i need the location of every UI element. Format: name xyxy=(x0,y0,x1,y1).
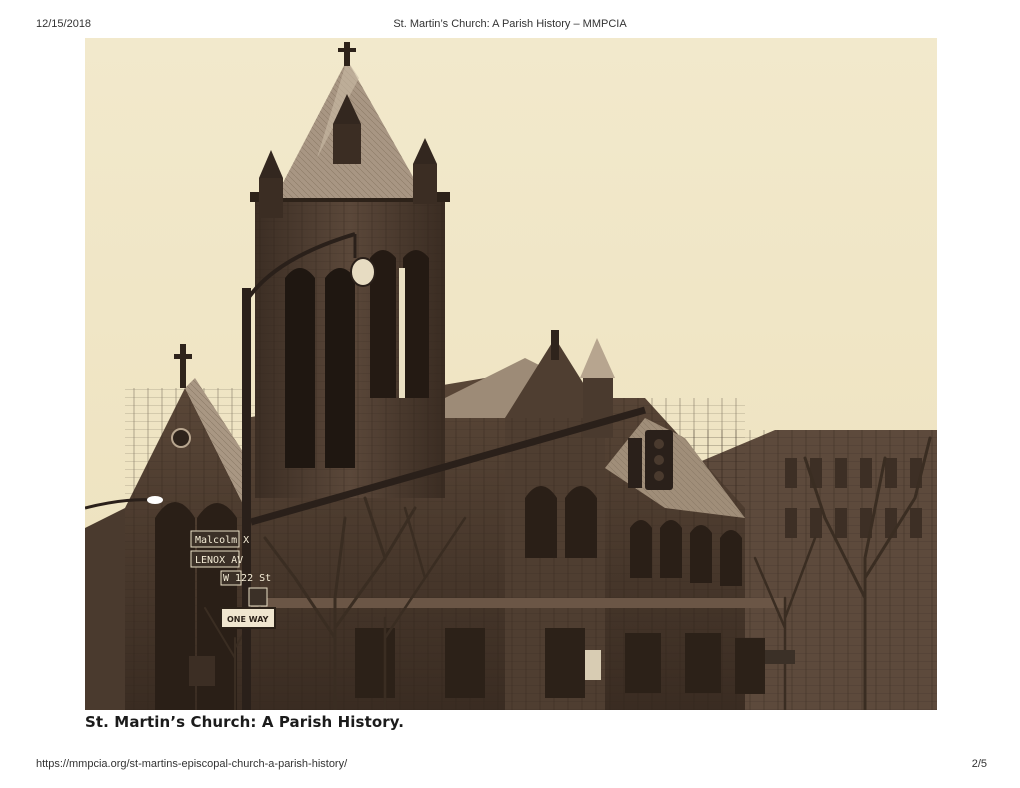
sign-one-way: ONE WAY xyxy=(227,615,269,624)
print-url: https://mmpcia.org/st-martins-episcopal-… xyxy=(36,758,348,770)
pedestrian-signal xyxy=(189,656,215,686)
church-photo-illustration: Malcolm X LENOX AV W 122 St ONE WAY xyxy=(85,38,937,710)
church-photo: Malcolm X LENOX AV W 122 St ONE WAY xyxy=(85,38,937,710)
sign-lenox-av: LENOX AV xyxy=(195,555,243,566)
print-page-number: 2/5 xyxy=(971,758,987,770)
print-page-title: St. Martin’s Church: A Parish History – … xyxy=(393,18,627,30)
sign-w122: W 122 St xyxy=(223,573,271,584)
photo-caption: St. Martin’s Church: A Parish History. xyxy=(85,713,405,731)
sign-malcolm-x: Malcolm X xyxy=(195,535,249,546)
